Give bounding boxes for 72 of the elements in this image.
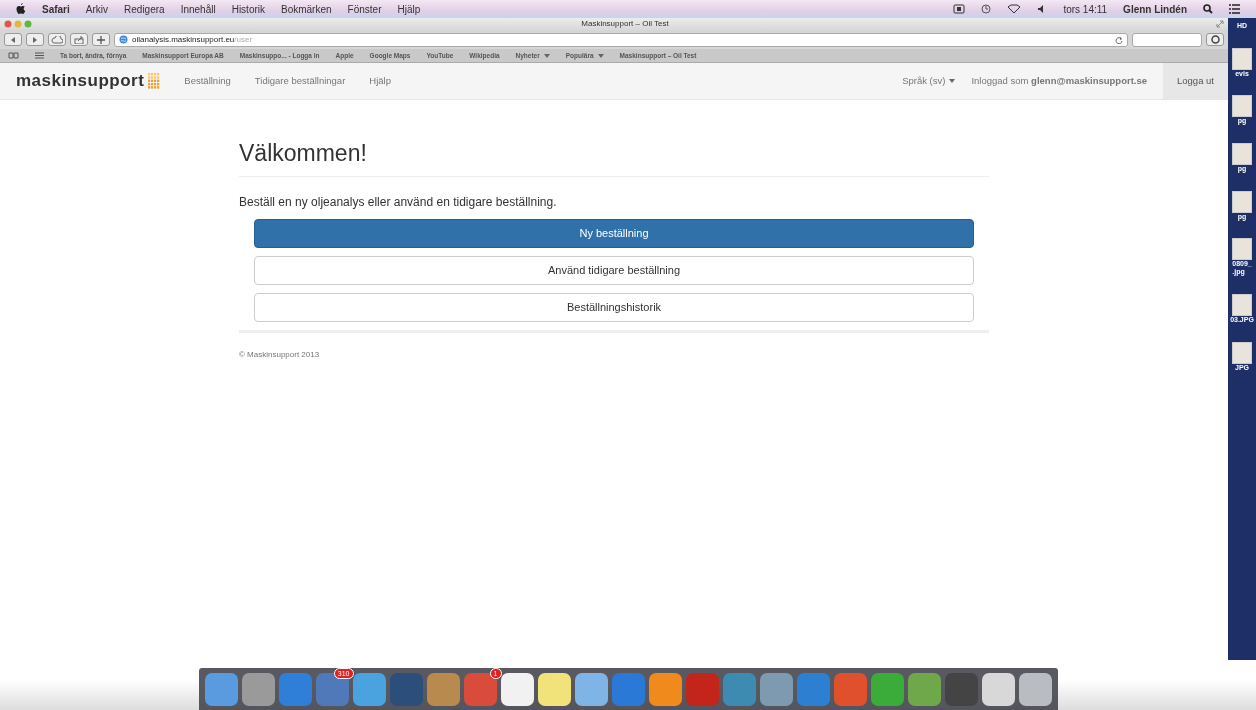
globe-icon	[119, 35, 128, 44]
reader-button[interactable]	[1206, 33, 1224, 46]
window-title: Maskinsupport – Oil Test	[580, 18, 670, 30]
cloud-button[interactable]	[48, 33, 66, 46]
logo-icon	[148, 72, 161, 90]
menu-item[interactable]: Redigera	[124, 1, 165, 17]
copyright-text: © Maskinsupport 2013	[239, 348, 321, 361]
menu-item[interactable]: Bokmärken	[281, 1, 332, 17]
url-text: oilanalysis.maskinsupport.eu/user	[132, 33, 253, 46]
action-button[interactable]: Använd tidigare beställning	[254, 255, 974, 285]
file-thumbnail	[1232, 143, 1252, 166]
reader-icon	[1210, 35, 1220, 45]
brand-name: maskinsupport	[16, 70, 145, 93]
dock-app-icon[interactable]	[352, 672, 386, 706]
fullscreen-icon	[1216, 20, 1224, 28]
back-button[interactable]	[4, 33, 22, 46]
file-thumbnail	[1232, 293, 1252, 316]
triangle-icon	[31, 35, 39, 44]
dock-app-icon[interactable]	[315, 672, 349, 706]
login-status: Inloggad som glenn@maskinsupport.se	[971, 73, 1147, 88]
file-thumbnail	[1232, 341, 1252, 364]
menu-item[interactable]: Safari	[42, 1, 70, 17]
list-icon	[1229, 4, 1240, 14]
wifi-icon	[1007, 4, 1022, 14]
dock-app-icon[interactable]	[537, 672, 571, 706]
dock-app-icon[interactable]	[981, 672, 1015, 706]
book-icon	[8, 52, 19, 59]
menu-item[interactable]: Innehåll	[180, 1, 216, 17]
nav-link[interactable]: Tidigare beställningar	[254, 73, 346, 89]
menu-item[interactable]: Hjälp	[397, 1, 421, 17]
share-button[interactable]	[70, 33, 88, 46]
caret-icon	[949, 79, 956, 83]
menu-clock[interactable]: tors 14:11	[1063, 1, 1108, 17]
menu-item[interactable]: Arkiv	[85, 1, 109, 17]
nav-link[interactable]: Hjälp	[369, 73, 391, 89]
nav-link[interactable]: Beställning	[184, 73, 231, 89]
intro-text: Beställ en ny oljeanalys eller använd en tidigare beställning.	[239, 193, 558, 211]
dock-app-icon[interactable]	[500, 672, 534, 706]
file-thumbnail	[1232, 190, 1252, 213]
dock-app-icon[interactable]	[907, 672, 941, 706]
triangle-icon	[9, 35, 17, 44]
dock-app-icon[interactable]	[241, 672, 275, 706]
address-field[interactable]: oilanalysis.maskinsupport.eu/user	[114, 32, 1128, 47]
apple-icon	[16, 3, 26, 15]
dock-app-icon[interactable]	[1018, 672, 1052, 706]
new-tab-button[interactable]	[92, 33, 110, 46]
menu-user[interactable]: Glenn Lindén	[1123, 1, 1187, 17]
plus-icon	[97, 35, 105, 44]
file-thumbnail	[1232, 95, 1252, 118]
forward-button[interactable]	[26, 33, 44, 46]
window-controls-icon	[4, 20, 34, 28]
caret-icon	[543, 53, 550, 58]
menu-item[interactable]: Historik	[231, 1, 265, 17]
primary-button[interactable]: Ny beställning	[254, 218, 974, 248]
share-icon	[74, 35, 84, 44]
file-thumbnail	[1232, 47, 1252, 70]
dock-app-icon[interactable]	[574, 672, 608, 706]
language-dropdown[interactable]: Språk (sv)	[902, 73, 956, 89]
file-thumbnail	[1232, 238, 1252, 261]
logout-button[interactable]: Logga ut	[1163, 63, 1228, 99]
menu-item[interactable]: Fönster	[347, 1, 382, 17]
action-button[interactable]: Beställningshistorik	[254, 292, 974, 322]
caret-icon	[597, 53, 604, 58]
cloud-icon	[51, 35, 63, 44]
brand-logo[interactable]: maskinsupport	[16, 68, 161, 94]
search-icon	[1203, 4, 1213, 14]
clock-icon	[981, 4, 992, 14]
status-icon	[953, 4, 966, 14]
search-field[interactable]	[1132, 32, 1202, 47]
dock-app-icon[interactable]	[648, 672, 682, 706]
reload-icon	[1115, 35, 1123, 44]
welcome-heading: Välkommen!	[239, 140, 368, 168]
